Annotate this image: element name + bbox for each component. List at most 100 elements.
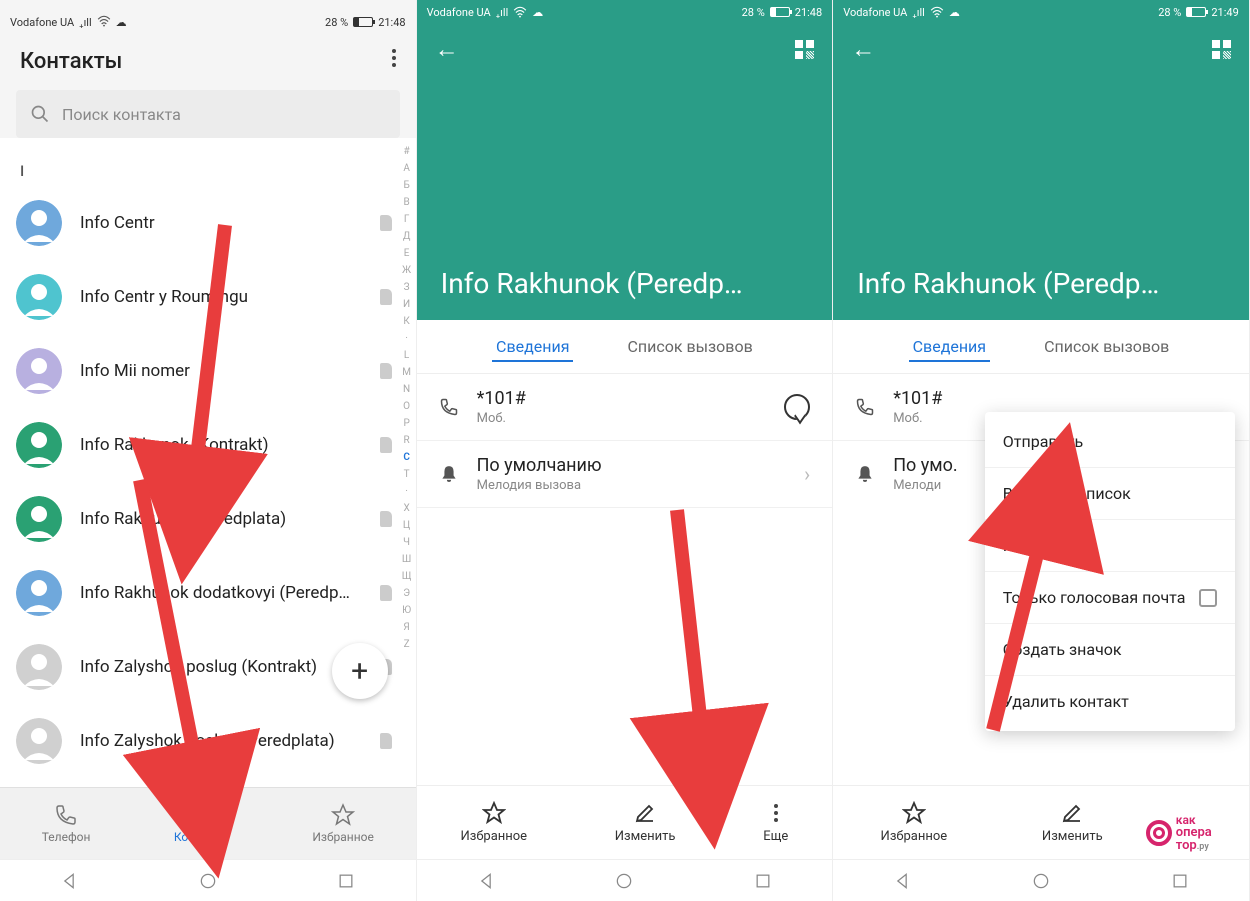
action-edit[interactable]: Изменить [615,801,676,844]
contact-row[interactable]: Info Centr [0,186,416,260]
signal-icon: ₊ıll [79,16,92,29]
phone-row[interactable]: *101# Моб. [417,374,833,441]
bottom-nav: Телефон Контакты Избранное [0,787,416,859]
contact-row[interactable]: Info Rakhunok (Kontrakt) [0,408,416,482]
qr-icon[interactable] [795,40,814,59]
qr-icon[interactable] [1212,40,1231,59]
tab-call-log[interactable]: Список вызовов [1040,323,1173,370]
back-button[interactable] [476,871,496,891]
menu-copy[interactable]: Копировать [985,520,1235,572]
wifi-icon [930,6,944,18]
phone-number: *101# [893,388,1227,409]
menu-delete[interactable]: Удалить контакт [985,676,1235,727]
contact-row[interactable]: Info Mii nomer [0,334,416,408]
action-more[interactable]: Еще [763,801,788,844]
action-favorite[interactable]: Избранное [881,801,948,844]
bottom-actions: Избранное Изменить Еще [417,785,833,859]
status-bar: Vodafone UA ₊ıll ☁ 28 % 21:49 [833,0,1249,24]
star-icon [902,801,926,825]
status-bar: Vodafone UA ₊ıll ☁ 28 % 21:48 [417,0,833,24]
star-icon [331,803,355,827]
tab-details[interactable]: Сведения [909,323,990,370]
sim-icon [380,363,392,379]
recent-button[interactable] [1170,871,1190,891]
avatar [16,496,62,542]
star-icon [482,801,506,825]
sim-icon [380,585,392,601]
tab-call-log[interactable]: Список вызовов [623,323,756,370]
wifi-icon [513,6,527,18]
recent-button[interactable] [336,871,356,891]
watermark-logo: как опера тор.ру [1109,807,1249,859]
contact-header: Vodafone UA ₊ıll ☁ 28 % 21:49 ← Info Rak… [833,0,1249,320]
avatar [16,570,62,616]
contact-title: Info Rakhunok (Peredp… [833,267,1249,320]
tab-details[interactable]: Сведения [492,323,573,370]
contacts-icon [189,803,213,827]
back-button[interactable]: ← [851,35,875,64]
sim-icon [380,289,392,305]
back-button[interactable] [59,871,79,891]
bell-icon [439,464,459,484]
contact-row[interactable]: Info Zalyshok poslug (Peredplata) [0,704,416,778]
clock: 21:48 [378,16,405,29]
contact-name: Info Rakhunok (Peredplata) [80,509,362,529]
battery-icon [1186,7,1206,17]
contact-name: Info Rakhunok (Kontrakt) [80,435,362,455]
contacts-scroll[interactable]: I Info Centr Info Centr y Roumingu Info … [0,138,416,787]
alpha-index[interactable]: #AБВГДЕЖЗИК·LMNOPRCT·XЦЧШЩЭЮЯZ [400,138,414,727]
tab-bar: Сведения Список вызовов [833,320,1249,374]
menu-shortcut[interactable]: Создать значок [985,624,1235,676]
home-button[interactable] [1031,871,1051,891]
search-placeholder: Поиск контакта [62,105,181,124]
nav-contacts[interactable]: Контакты [174,803,229,844]
section-header: I [0,148,416,186]
battery-pct: 28 % [325,16,348,29]
avatar [16,422,62,468]
avatar [16,274,62,320]
action-edit[interactable]: Изменить [1042,801,1103,844]
sim-icon [380,511,392,527]
message-icon[interactable] [784,394,810,420]
header: Vodafone UA ₊ıll ☁ 28 % 21:48 Контакты П… [0,0,416,138]
status-bar: Vodafone UA ₊ıll ☁ 28 % 21:48 [0,10,416,34]
screen-contact-details: Vodafone UA ₊ıll ☁ 28 % 21:48 ← Info Rak… [417,0,834,901]
search-input[interactable]: Поиск контакта [16,90,400,138]
phone-number: *101# [477,388,767,409]
back-button[interactable]: ← [435,35,459,64]
screen-contacts-list: Vodafone UA ₊ıll ☁ 28 % 21:48 Контакты П… [0,0,417,901]
recent-button[interactable] [753,871,773,891]
chevron-right-icon: › [804,462,810,486]
nav-favorites[interactable]: Избранное [312,803,374,844]
cloud-icon: ☁ [116,16,127,29]
annotation-arrow [637,500,757,804]
back-button[interactable] [892,871,912,891]
nav-phone[interactable]: Телефон [42,803,91,844]
contact-row[interactable]: Info Centr y Roumingu [0,260,416,334]
carrier-label: Vodafone UA [843,6,907,19]
contact-row[interactable]: Info Rakhunok dodatkovyi (Peredp… [0,556,416,630]
phone-type: Моб. [477,411,767,426]
battery-icon [353,17,373,27]
home-button[interactable] [614,871,634,891]
contact-title: Info Rakhunok (Peredp… [417,267,833,320]
menu-send[interactable]: Отправить [985,416,1235,468]
menu-blacklist[interactable]: В черный список [985,468,1235,520]
sim-icon [380,733,392,749]
contact-name: Info Centr y Roumingu [80,287,362,307]
home-button[interactable] [198,871,218,891]
system-nav [417,859,833,901]
menu-voicemail[interactable]: Только голосовая почта [985,572,1235,624]
signal-icon: ₊ıll [912,6,925,19]
signal-icon: ₊ıll [496,6,509,19]
phone-icon [54,803,78,827]
ringtone-row[interactable]: По умолчанию Мелодия вызова › [417,441,833,508]
contact-name: Info Rakhunok dodatkovyi (Peredp… [80,583,362,603]
contact-row[interactable]: Info Rakhunok (Peredplata) [0,482,416,556]
avatar [16,200,62,246]
more-menu-button[interactable] [392,46,396,76]
add-contact-fab[interactable]: + [332,643,388,699]
action-favorite[interactable]: Избранное [460,801,527,844]
bell-icon [855,464,875,484]
checkbox[interactable] [1199,589,1217,607]
